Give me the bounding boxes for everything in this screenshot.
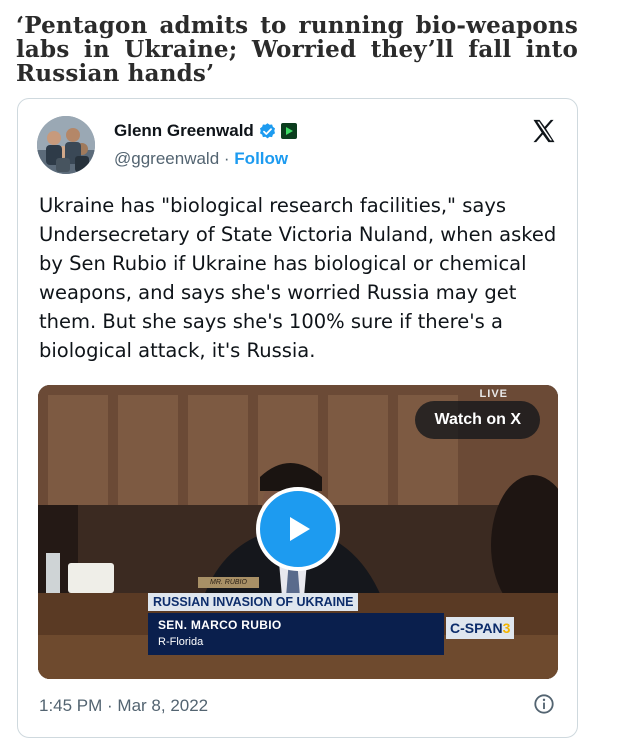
- author-handle[interactable]: @ggreenwald: [114, 149, 219, 168]
- lower-third-name: SEN. MARCO RUBIO: [158, 618, 282, 632]
- handle-row: @ggreenwald · Follow: [114, 149, 288, 169]
- article-headline: ‘Pentagon admits to running bio-weapons …: [16, 12, 578, 87]
- verified-badge-icon: [259, 122, 275, 138]
- author-name[interactable]: Glenn Greenwald: [114, 121, 254, 141]
- follow-link[interactable]: Follow: [234, 149, 288, 168]
- watch-on-x-button[interactable]: Watch on X: [415, 401, 540, 439]
- separator-dot: ·: [223, 149, 230, 168]
- tweet-timestamp[interactable]: 1:45 PM · Mar 8, 2022: [39, 696, 208, 716]
- lower-third-title: RUSSIAN INVASION OF UKRAINE: [148, 593, 359, 611]
- tweet-text: Ukraine has "biological research facilit…: [39, 194, 557, 362]
- lower-third-sub: R-Florida: [158, 636, 204, 648]
- avatar[interactable]: [37, 116, 95, 174]
- lower-third-main: SEN. MARCO RUBIO R-Florida: [148, 613, 444, 655]
- play-button[interactable]: [256, 487, 340, 571]
- video-player[interactable]: MR. RUBIO RUSSIAN INVASION OF UKRAINE SE…: [38, 385, 558, 679]
- lower-third: RUSSIAN INVASION OF UKRAINE SEN. MARCO R…: [148, 593, 444, 655]
- network-name: C-SPAN: [450, 620, 503, 636]
- network-logo: C-SPAN3: [446, 617, 515, 639]
- nameplate: MR. RUBIO: [198, 577, 259, 588]
- x-logo-icon[interactable]: [530, 117, 558, 145]
- author-name-row[interactable]: Glenn Greenwald: [114, 121, 297, 141]
- video-badge-icon: [280, 123, 297, 139]
- network-number: 3: [502, 620, 511, 636]
- play-icon: [290, 517, 310, 541]
- live-label: LIVE: [479, 388, 508, 400]
- embedded-tweet[interactable]: Glenn Greenwald @ggreenwald · Follow Ukr…: [17, 98, 578, 738]
- info-icon[interactable]: [533, 693, 555, 715]
